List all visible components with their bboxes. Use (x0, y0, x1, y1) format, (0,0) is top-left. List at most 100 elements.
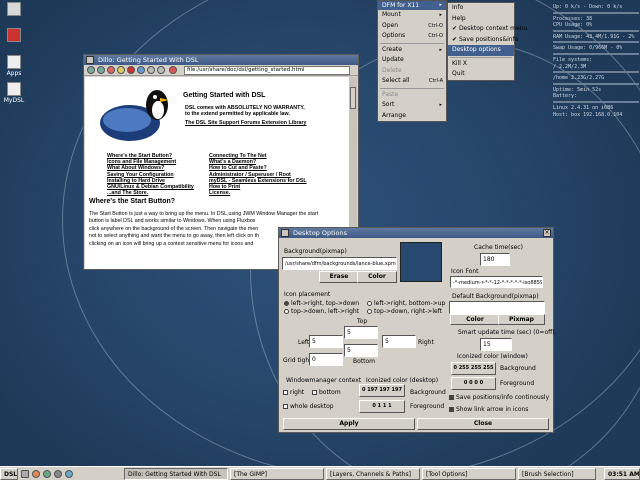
desktop-icon-apps[interactable]: Apps (0, 55, 28, 77)
smart-update-field[interactable]: 15 (480, 338, 512, 351)
apps-icon (7, 55, 21, 69)
monitor-line (553, 52, 639, 55)
context-bottom-check[interactable]: bottom (312, 389, 341, 396)
default-color-button[interactable]: Color (450, 314, 500, 325)
dillo-titlebar[interactable]: Dillo: Getting Started With DSL (84, 55, 358, 65)
desktop-options-dialog[interactable]: Desktop Options × Background(pixmap) /us… (278, 227, 555, 433)
body-line: The Start Button is just a way to bring … (89, 211, 319, 217)
placement-option[interactable]: left->right, bottom->up (367, 300, 445, 307)
toc-link[interactable]: License. (209, 190, 230, 196)
menu-item[interactable]: Arrange (378, 111, 446, 122)
browser-launcher-icon[interactable] (32, 470, 40, 478)
menu-item[interactable]: Sort ▸ (378, 100, 446, 111)
menu-item[interactable]: Options Ctrl-O (378, 31, 446, 42)
desktop-icon-mydsl[interactable]: MyDSL (0, 82, 28, 104)
erase-button[interactable]: Erase (319, 271, 359, 283)
window-fg-color-button[interactable]: 0 0 0 0 (451, 377, 496, 390)
top-margin-field[interactable]: 5 (344, 326, 378, 339)
task-tool-options[interactable]: [Tool Options] (422, 468, 516, 480)
scroll-thumb[interactable] (350, 87, 356, 109)
show-arrow-check[interactable]: Show link arrow in icons (449, 406, 528, 413)
menu-item[interactable]: Quit (448, 69, 514, 80)
save-positions-check[interactable]: Save positions/info continously (449, 394, 549, 401)
menu-item[interactable]: Create ▸ (378, 45, 446, 56)
menu-item[interactable]: Select all Ctrl-A (378, 76, 446, 87)
body-line: not to select anything and want the menu… (89, 233, 260, 240)
menu-item[interactable]: Mount ▸ (378, 10, 446, 21)
dsl-logo-icon (100, 90, 169, 141)
url-field[interactable]: file:/usr/share/doc/dsl/getting_started.… (184, 66, 350, 75)
icon-font-field[interactable]: -*-medium-r-*-*-12-*-*-*-*-*-iso8859-1 (450, 276, 543, 288)
dialog-titlebar[interactable]: Desktop Options × (279, 228, 553, 238)
desktop-bg-color-button[interactable]: 0 197 197 197 (359, 384, 405, 397)
close-button[interactable]: Close (417, 418, 549, 430)
toc-link[interactable]: ...and The Store. (107, 190, 148, 196)
editor-launcher-icon[interactable] (54, 470, 62, 478)
menu-item[interactable]: ✔ Save positions&info (448, 35, 518, 46)
left-margin-field[interactable]: 5 (309, 335, 343, 348)
window-menu-icon[interactable] (86, 56, 94, 64)
menu-item[interactable]: ✔ Desktop context menu (448, 24, 527, 35)
desktop-background[interactable]: Apps MyDSL Up: 0 k/s - Down: 0 k/s Proces… (0, 0, 640, 466)
start-button[interactable]: DSL (0, 468, 18, 480)
terminal-launcher-icon[interactable] (21, 470, 29, 478)
desktop-fg-color-button[interactable]: 0 1 1 1 (359, 400, 405, 413)
files-launcher-icon[interactable] (43, 470, 51, 478)
apply-button[interactable]: Apply (283, 418, 415, 430)
body-line: click anywhere on the background of the … (89, 225, 259, 232)
task-brush-selection[interactable]: [Brush Selection] (518, 468, 596, 480)
menu-item[interactable]: Info (448, 3, 514, 14)
menu-item[interactable]: Desktop options (448, 45, 514, 56)
monitor-line: File systems: (553, 56, 593, 63)
desktop-icon-label: Apps (6, 70, 22, 77)
placement-option[interactable]: top->down, left->right (284, 308, 359, 315)
stop-icon[interactable] (127, 66, 135, 74)
background-label: Background(pixmap) (284, 248, 347, 255)
desktop-launcher-icon[interactable] (65, 470, 73, 478)
pixmap-button[interactable]: Pixmap (498, 314, 545, 325)
cache-time-field[interactable]: 180 (480, 253, 510, 266)
terminal-icon (7, 2, 21, 16)
intro-line: to the extend permitted by applicable la… (185, 111, 290, 117)
window-menu-icon[interactable] (281, 229, 289, 237)
window-bg-color-button[interactable]: 0 255 255 255 (451, 362, 496, 375)
site-links[interactable]: The DSL Site Support Forums Extension Li… (185, 120, 306, 126)
dfm-submenu[interactable]: Info Help ✔ Desktop context menu ✔ Save pos… (447, 2, 527, 81)
placement-option[interactable]: left->right, top->down (284, 300, 359, 307)
monitor-line (553, 100, 639, 103)
forward-icon[interactable] (97, 66, 105, 74)
monitor-line (553, 11, 639, 14)
task-layers[interactable]: [Layers, Channels & Paths] (326, 468, 420, 480)
menu-item[interactable]: Paste (378, 90, 446, 101)
bottom-margin-field[interactable]: 5 (344, 344, 378, 357)
menu-item[interactable]: Help (448, 14, 514, 25)
close-icon[interactable]: × (543, 229, 551, 237)
default-background-field[interactable] (449, 301, 545, 314)
whole-desktop-check[interactable]: whole desktop (283, 403, 334, 410)
home-icon[interactable] (107, 66, 115, 74)
back-icon[interactable] (87, 66, 95, 74)
context-right-check[interactable]: right (283, 389, 304, 396)
desktop-icon-1[interactable] (0, 2, 28, 17)
color-button[interactable]: Color (357, 271, 397, 283)
right-margin-field[interactable]: 5 (382, 335, 416, 348)
bookmarks-icon[interactable] (147, 66, 155, 74)
reload-icon[interactable] (117, 66, 125, 74)
desktop-icon-2[interactable] (0, 28, 28, 43)
background-pixmap-field[interactable]: /usr/share/dfm/backgrounds/lance-blue.xp… (282, 257, 397, 270)
grid-tight-field[interactable]: 0 (309, 353, 343, 366)
clear-url-icon[interactable] (169, 66, 177, 74)
background-text: Background (410, 389, 446, 396)
mydsl-icon (7, 82, 21, 96)
check-icon: ✔ (452, 25, 459, 32)
task-gimp[interactable]: [The GIMP] (230, 468, 324, 480)
dfm-menu[interactable]: DFM for X11 ▸ Mount ▸ Open Ctrl-O Options Ctrl… (377, 0, 447, 122)
save-icon[interactable] (137, 66, 145, 74)
task-dillo[interactable]: Dillo: Getting Started With DSL (124, 468, 228, 480)
menu-item[interactable]: Open Ctrl-O (378, 21, 446, 32)
menu-item[interactable]: Update (378, 55, 446, 66)
print-icon[interactable] (157, 66, 165, 74)
placement-option[interactable]: top->down, right->left (367, 308, 442, 315)
menu-item[interactable]: Delete (378, 66, 446, 77)
menu-item[interactable]: Kill X (448, 59, 514, 70)
